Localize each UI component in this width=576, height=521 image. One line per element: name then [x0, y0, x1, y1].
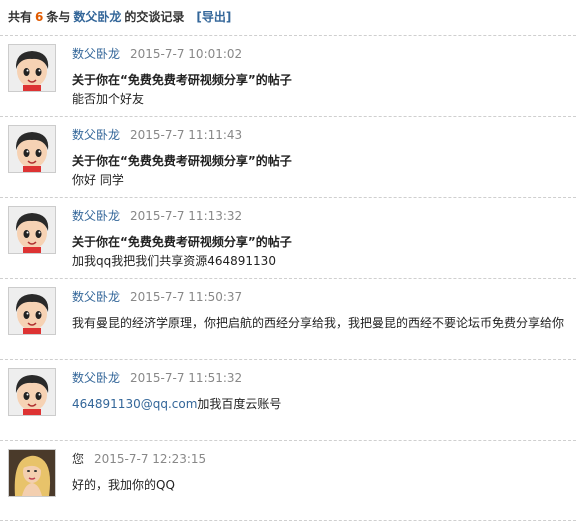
user-avatar[interactable]: [8, 449, 56, 497]
message-item: 您 2015-7-7 12:23:15 好的，我加你的QQ: [0, 440, 576, 521]
message-item: 数父卧龙 2015-7-7 11:51:32 464891130@qq.com加我…: [0, 359, 576, 440]
sender-name: 您: [72, 452, 85, 466]
message-meta: 数父卧龙 2015-7-7 11:51:32: [72, 370, 242, 386]
message-list: 数父卧龙 2015-7-7 10:01:02 关于你在“免费免费考研视频分享”的帖…: [0, 35, 576, 521]
sender-name[interactable]: 数父卧龙: [72, 209, 120, 223]
message-item: 数父卧龙 2015-7-7 10:01:02 关于你在“免费免费考研视频分享”的帖…: [0, 35, 576, 116]
user-avatar[interactable]: [8, 44, 56, 92]
message-time: 2015-7-7 11:13:32: [130, 209, 243, 223]
cartoon-boy-avatar-icon: [9, 288, 55, 334]
user-avatar[interactable]: [8, 287, 56, 335]
message-time: 2015-7-7 11:50:37: [130, 290, 243, 304]
conversation-header: 共有 6 条与 数父卧龙 的交谈记录 [导出]: [8, 8, 231, 26]
export-link[interactable]: [导出]: [196, 10, 231, 24]
message-item: 数父卧龙 2015-7-7 11:50:37 我有曼昆的经济学原理，你把启航的西经…: [0, 278, 576, 359]
header-prefix: 共有: [8, 10, 33, 24]
cartoon-boy-avatar-icon: [9, 45, 55, 91]
message-time: 2015-7-7 10:01:02: [130, 47, 243, 61]
blonde-woman-avatar-icon: [9, 450, 55, 496]
header-suffix: 的交谈记录: [124, 10, 185, 24]
sender-name[interactable]: 数父卧龙: [72, 290, 120, 304]
user-avatar[interactable]: [8, 206, 56, 254]
email-link[interactable]: 464891130@qq.com: [72, 397, 197, 411]
message-text: 好的，我加你的QQ: [72, 478, 175, 492]
cartoon-boy-avatar-icon: [9, 207, 55, 253]
message-time: 2015-7-7 12:23:15: [94, 452, 207, 466]
cartoon-boy-avatar-icon: [9, 126, 55, 172]
message-meta: 数父卧龙 2015-7-7 11:50:37: [72, 289, 242, 305]
user-avatar[interactable]: [8, 125, 56, 173]
sender-name[interactable]: 数父卧龙: [72, 128, 120, 142]
header-user-link[interactable]: 数父卧龙: [70, 10, 124, 24]
user-avatar[interactable]: [8, 368, 56, 416]
message-text: 能否加个好友: [72, 92, 145, 106]
message-time: 2015-7-7 11:11:43: [130, 128, 243, 142]
cartoon-boy-avatar-icon: [9, 369, 55, 415]
header-mid: 条与: [46, 10, 71, 24]
sender-name[interactable]: 数父卧龙: [72, 371, 120, 385]
message-subject: 关于你在“免费免费考研视频分享”的帖子: [72, 154, 292, 168]
sender-name[interactable]: 数父卧龙: [72, 47, 120, 61]
message-text: 你好 同学: [72, 173, 124, 187]
message-meta: 您 2015-7-7 12:23:15: [72, 451, 206, 467]
message-item: 数父卧龙 2015-7-7 11:13:32 关于你在“免费免费考研视频分享”的帖…: [0, 197, 576, 278]
message-text-rest: 加我百度云账号: [197, 397, 282, 411]
message-time: 2015-7-7 11:51:32: [130, 371, 243, 385]
message-meta: 数父卧龙 2015-7-7 11:13:32: [72, 208, 242, 224]
message-text: 464891130@qq.com加我百度云账号: [72, 396, 281, 412]
message-subject: 关于你在“免费免费考研视频分享”的帖子: [72, 73, 292, 87]
message-item: 数父卧龙 2015-7-7 11:11:43 关于你在“免费免费考研视频分享”的帖…: [0, 116, 576, 197]
message-meta: 数父卧龙 2015-7-7 11:11:43: [72, 127, 242, 143]
message-subject: 关于你在“免费免费考研视频分享”的帖子: [72, 235, 292, 249]
message-text: 加我qq我把我们共享资源464891130: [72, 254, 276, 268]
message-count: 6: [35, 10, 44, 24]
message-meta: 数父卧龙 2015-7-7 10:01:02: [72, 46, 242, 62]
message-text: 我有曼昆的经济学原理，你把启航的西经分享给我，我把曼昆的西经不要论坛币免费分享给…: [72, 316, 565, 330]
